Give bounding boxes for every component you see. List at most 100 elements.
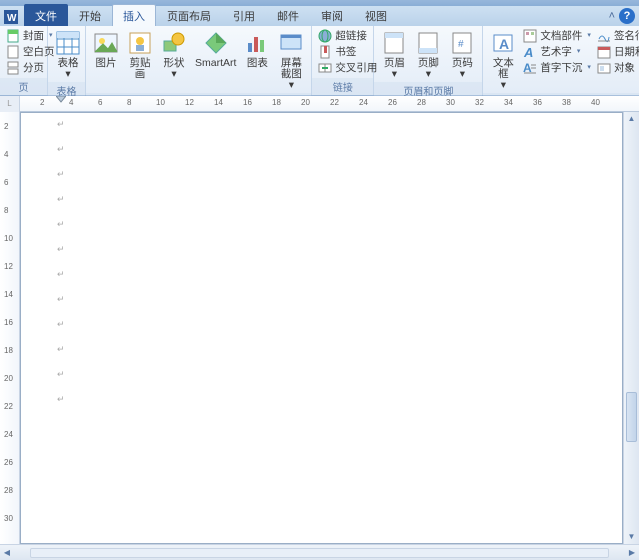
wordart-button[interactable]: A艺术字▾ [520,44,594,60]
cover-page-label: 封面 [23,29,44,43]
object-label: 对象 [614,61,635,75]
tab-review[interactable]: 审阅 [310,4,354,26]
dropcap-button[interactable]: A首字下沉▾ [520,60,594,76]
quickparts-button[interactable]: 文档部件▾ [520,28,594,44]
crossref-icon [318,61,332,75]
chart-icon [244,30,270,56]
ruler-tick: 28 [417,98,426,107]
smartart-button[interactable]: SmartArt [191,28,240,69]
table-button[interactable]: 表格▾ [51,28,85,80]
vertical-ruler[interactable]: 24681012141618202224262830 [0,112,20,544]
scroll-up-icon[interactable]: ▲ [624,112,639,126]
shapes-button[interactable]: 形状▾ [157,28,191,80]
tab-home[interactable]: 开始 [68,4,112,26]
ruler-tick: 6 [4,178,8,187]
horizontal-scroll-track[interactable] [30,548,609,558]
hyperlink-label: 超链接 [335,29,367,43]
chart-button[interactable]: 图表 [240,28,274,69]
ruler-tick: 10 [4,234,13,243]
quickparts-label: 文档部件 [540,29,582,43]
ruler-tick: 26 [4,458,13,467]
ruler-tick: 26 [388,98,397,107]
horizontal-ruler[interactable]: L 246810121416182022242628303234363840 [0,96,639,112]
ruler-tick: 10 [156,98,165,107]
paragraph-mark[interactable] [57,219,612,229]
ruler-tick: 30 [4,514,13,523]
screenshot-button[interactable]: 屏幕截图▾ [274,28,308,91]
header-button[interactable]: 页眉▾ [377,28,411,80]
ruler-tick: 8 [127,98,131,107]
footer-button[interactable]: 页脚▾ [411,28,445,80]
ruler-tick: 8 [4,206,8,215]
datetime-label: 日期和时间 [614,45,639,59]
shapes-icon [161,30,187,56]
help-icon[interactable]: ? [619,8,635,24]
hyperlink-button[interactable]: 超链接 [315,28,380,44]
indent-marker-icon[interactable] [56,96,66,104]
ruler-tick: 32 [475,98,484,107]
group-links-label: 链接 [312,78,373,95]
datetime-icon [597,45,611,59]
dropcap-label: 首字下沉 [540,61,582,75]
ruler-tick: 4 [69,98,73,107]
ruler-tick: 12 [185,98,194,107]
ruler-tick: 38 [562,98,571,107]
textbox-button[interactable]: A文本框▾ [486,28,520,91]
scroll-right-icon[interactable]: ▶ [625,548,639,557]
paragraph-mark[interactable] [57,269,612,279]
ruler-tick: 24 [359,98,368,107]
smartart-icon [203,30,229,56]
tab-insert[interactable]: 插入 [112,4,156,26]
paragraph-mark[interactable] [57,344,612,354]
paragraph-mark[interactable] [57,244,612,254]
page-number-icon: # [449,30,475,56]
document-area[interactable] [20,112,623,544]
paragraph-mark[interactable] [57,319,612,329]
hyperlink-icon [318,29,332,43]
tab-file[interactable]: 文件 [24,4,68,26]
paragraph-mark[interactable] [57,194,612,204]
scroll-down-icon[interactable]: ▼ [624,530,639,544]
signature-line-button[interactable]: 签名行▾ [594,28,639,44]
page-content[interactable] [57,119,612,419]
ruler-tick: 2 [40,98,44,107]
scroll-left-icon[interactable]: ◀ [0,548,14,557]
bookmark-label: 书签 [335,45,356,59]
crossref-button[interactable]: 交叉引用 [315,60,380,76]
svg-text:A: A [523,45,533,59]
bookmark-button[interactable]: 书签 [315,44,380,60]
tab-mailings[interactable]: 邮件 [266,4,310,26]
paragraph-mark[interactable] [57,169,612,179]
group-links: 超链接 书签 交叉引用 链接 [312,26,374,95]
paragraph-mark[interactable] [57,369,612,379]
app-icon[interactable]: W [2,8,20,26]
picture-button[interactable]: 图片 [89,28,123,69]
crossref-label: 交叉引用 [335,61,377,75]
picture-label: 图片 [96,58,117,69]
horizontal-scrollbar[interactable]: ◀ ▶ [0,544,639,560]
ribbon: 封面▾ 空白页 分页 页 表格▾ 表格 图片 剪贴画 形状▾ SmartArt … [0,26,639,96]
page-number-button[interactable]: #页码▾ [445,28,479,80]
group-tables: 表格▾ 表格 [48,26,86,95]
ruler-tick: 6 [98,98,102,107]
paragraph-mark[interactable] [57,119,612,129]
minimize-ribbon-icon[interactable]: ˄ [609,10,615,22]
group-pages-label: 页 [0,78,47,95]
ruler-corner[interactable]: L [0,96,20,112]
datetime-button[interactable]: 日期和时间 [594,44,639,60]
tab-references[interactable]: 引用 [222,4,266,26]
vertical-scroll-thumb[interactable] [626,392,637,442]
tab-page-layout[interactable]: 页面布局 [156,4,222,26]
ruler-tick: 14 [4,290,13,299]
textbox-label: 文本框 [493,57,514,80]
vertical-scrollbar[interactable]: ▲ ▼ [623,112,639,544]
object-button[interactable]: 对象▾ [594,60,639,76]
tab-view[interactable]: 视图 [354,4,398,26]
paragraph-mark[interactable] [57,294,612,304]
paragraph-mark[interactable] [57,144,612,154]
clipart-button[interactable]: 剪贴画 [123,28,157,80]
ruler-tick: 20 [301,98,310,107]
paragraph-mark[interactable] [57,394,612,404]
svg-text:W: W [7,13,17,24]
signature-icon [597,29,611,43]
